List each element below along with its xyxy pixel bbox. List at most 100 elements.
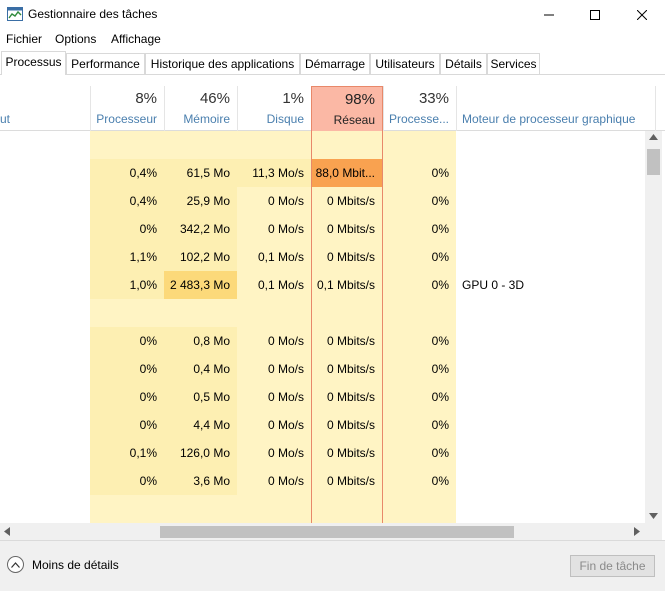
vertical-scroll-thumb[interactable]: [647, 149, 660, 175]
cpu-cell: 0,1%: [90, 439, 164, 467]
scroll-right-icon[interactable]: [634, 527, 640, 536]
disk-cell: 0 Mo/s: [237, 355, 311, 383]
scroll-down-icon[interactable]: [649, 513, 658, 519]
disk-cell: 0,1 Mo/s: [237, 243, 311, 271]
cpu-cell: [90, 299, 164, 327]
process-grid: 0,4% 61,5 Mo 11,3 Mo/s 88,0 Mbit... 0% 0,4% 25…: [0, 131, 645, 523]
disk-cell: [237, 299, 311, 327]
table-row[interactable]: [0, 299, 645, 327]
network-cell: 0 Mbits/s: [311, 215, 383, 243]
network-cell: 0 Mbits/s: [311, 243, 383, 271]
network-total: 98%: [344, 91, 375, 108]
tab-processus[interactable]: Processus: [1, 51, 66, 75]
table-row[interactable]: 0% 3,6 Mo 0 Mo/s 0 Mbits/s 0%: [0, 467, 645, 495]
tab-utilisateurs[interactable]: Utilisateurs: [370, 53, 440, 74]
cpu-cell: 0%: [90, 327, 164, 355]
disk-label: Disque: [266, 112, 304, 126]
disk-cell: 0 Mo/s: [237, 383, 311, 411]
gpu-cell: 0%: [383, 411, 456, 439]
gpu-cell: 0%: [383, 215, 456, 243]
horizontal-scroll-thumb[interactable]: [160, 526, 514, 538]
menu-fichier[interactable]: Fichier: [6, 32, 42, 46]
tab-services[interactable]: Services: [487, 53, 540, 74]
gpu-cell: 0%: [383, 271, 456, 299]
scroll-up-icon[interactable]: [649, 134, 658, 140]
header-network[interactable]: 98% Réseau: [311, 86, 383, 131]
memory-cell: 0,8 Mo: [164, 327, 237, 355]
maximize-button[interactable]: [572, 0, 618, 30]
tab-historique[interactable]: Historique des applications: [145, 53, 300, 74]
vertical-scrollbar[interactable]: [645, 131, 662, 523]
disk-cell: 0 Mo/s: [237, 467, 311, 495]
table-row[interactable]: 0% 4,4 Mo 0 Mo/s 0 Mbits/s 0%: [0, 411, 645, 439]
gpu-cell: 0%: [383, 243, 456, 271]
menu-affichage[interactable]: Affichage: [111, 32, 161, 46]
close-icon: [637, 10, 647, 20]
disk-cell: 0 Mo/s: [237, 187, 311, 215]
task-manager-icon: [7, 7, 23, 21]
cpu-cell: 0%: [90, 467, 164, 495]
menu-bar: Fichier Options Affichage: [0, 30, 665, 50]
disk-cell: 0 Mo/s: [237, 327, 311, 355]
header-disk[interactable]: 1% Disque: [237, 86, 311, 131]
table-row[interactable]: 0% 0,8 Mo 0 Mo/s 0 Mbits/s 0%: [0, 327, 645, 355]
gpu-cell: [383, 131, 456, 159]
disk-cell: 0,1 Mo/s: [237, 271, 311, 299]
tab-details[interactable]: Détails: [440, 53, 487, 74]
network-cell: [311, 299, 383, 327]
end-task-button[interactable]: Fin de tâche: [570, 555, 655, 577]
memory-cell: 126,0 Mo: [164, 439, 237, 467]
table-row[interactable]: 0% 342,2 Mo 0 Mo/s 0 Mbits/s 0%: [0, 215, 645, 243]
table-row[interactable]: [0, 131, 645, 159]
header-gpu[interactable]: 33% Processe...: [383, 86, 456, 131]
minimize-button[interactable]: [526, 0, 572, 30]
header-cpu[interactable]: 8% Processeur: [90, 86, 164, 131]
footer: Moins de détails Fin de tâche: [0, 540, 665, 591]
memory-total: 46%: [199, 90, 230, 107]
network-cell: [311, 131, 383, 159]
gpu-cell: 0%: [383, 467, 456, 495]
header-status-truncated: ut: [0, 112, 11, 126]
cpu-cell: 0%: [90, 383, 164, 411]
cpu-cell: 0%: [90, 355, 164, 383]
cpu-cell: 0,4%: [90, 159, 164, 187]
gpu-cell: 0%: [383, 327, 456, 355]
cpu-cell: 1,0%: [90, 271, 164, 299]
cpu-label: Processeur: [96, 112, 157, 126]
tab-performance[interactable]: Performance: [66, 53, 145, 74]
close-button[interactable]: [619, 0, 665, 30]
title-bar: Gestionnaire des tâches: [0, 0, 665, 30]
gpu-cell: [383, 299, 456, 327]
memory-cell: 2 483,3 Mo: [164, 271, 237, 299]
gpu-cell: 0%: [383, 383, 456, 411]
scroll-left-icon[interactable]: [4, 527, 10, 536]
cpu-cell: [90, 131, 164, 159]
table-row[interactable]: 0,4% 25,9 Mo 0 Mo/s 0 Mbits/s 0%: [0, 187, 645, 215]
gpu-cell: 0%: [383, 187, 456, 215]
maximize-icon: [590, 10, 600, 20]
table-row[interactable]: 0% 0,5 Mo 0 Mo/s 0 Mbits/s 0%: [0, 383, 645, 411]
table-row[interactable]: 0,4% 61,5 Mo 11,3 Mo/s 88,0 Mbit... 0%: [0, 159, 645, 187]
memory-cell: [164, 131, 237, 159]
table-row[interactable]: 1,0% 2 483,3 Mo 0,1 Mo/s 0,1 Mbits/s 0% GPU 0…: [0, 271, 645, 299]
disk-cell: 0 Mo/s: [237, 215, 311, 243]
table-row[interactable]: 0% 0,4 Mo 0 Mo/s 0 Mbits/s 0%: [0, 355, 645, 383]
gpu-label: Processe...: [388, 112, 449, 126]
gpu-engine-label: Moteur de processeur graphique: [462, 112, 636, 126]
table-row[interactable]: 1,1% 102,2 Mo 0,1 Mo/s 0 Mbits/s 0%: [0, 243, 645, 271]
network-label: Réseau: [333, 113, 375, 127]
tab-demarrage[interactable]: Démarrage: [300, 53, 370, 74]
header-memory[interactable]: 46% Mémoire: [164, 86, 237, 131]
memory-cell: 4,4 Mo: [164, 411, 237, 439]
horizontal-scrollbar[interactable]: [0, 523, 662, 540]
memory-cell: 3,6 Mo: [164, 467, 237, 495]
gpu-cell: 0%: [383, 159, 456, 187]
table-row[interactable]: 0,1% 126,0 Mo 0 Mo/s 0 Mbits/s 0%: [0, 439, 645, 467]
menu-options[interactable]: Options: [55, 32, 96, 46]
cpu-cell: 0%: [90, 411, 164, 439]
minimize-icon: [544, 14, 554, 16]
gpu-cell: 0%: [383, 355, 456, 383]
memory-cell: 0,5 Mo: [164, 383, 237, 411]
less-details-button[interactable]: Moins de détails: [7, 556, 119, 573]
network-cell: 88,0 Mbit...: [311, 159, 383, 187]
